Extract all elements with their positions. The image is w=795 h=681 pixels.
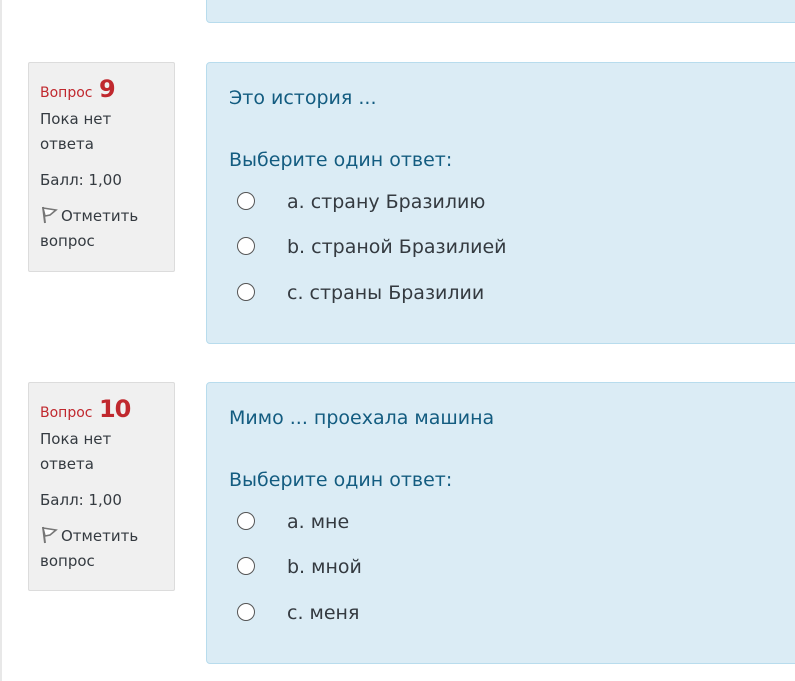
flag-question-link[interactable]: Отметить вопрос: [40, 204, 166, 254]
answer-label[interactable]: c. меня: [287, 601, 359, 625]
answer-radio[interactable]: [237, 603, 255, 621]
flag-icon: [41, 526, 58, 544]
answer-radio[interactable]: [237, 192, 255, 210]
question-grade: Балл: 1,00: [40, 171, 122, 189]
question-text: Это история ...: [229, 87, 377, 109]
question-number-value: 9: [98, 75, 116, 103]
question-content-9: Это история ... Выберите один ответ: a. …: [206, 62, 795, 344]
question-content-10: Мимо ... проехала машина Выберите один о…: [206, 382, 795, 664]
question-info-10: Вопрос 10 Пока нет ответа Балл: 1,00 Отм…: [28, 382, 175, 591]
question-state: Пока нет ответа: [40, 110, 112, 153]
answer-radio[interactable]: [237, 237, 255, 255]
flag-question-link[interactable]: Отметить вопрос: [40, 524, 166, 574]
question-number: Вопрос 9: [40, 75, 166, 103]
answer-label[interactable]: a. мне: [287, 510, 349, 534]
question-info-9: Вопрос 9 Пока нет ответа Балл: 1,00 Отме…: [28, 62, 175, 272]
question-label: Вопрос: [40, 405, 93, 421]
page-left-border: [0, 0, 2, 681]
answer-label[interactable]: b. страной Бразилией: [287, 235, 507, 259]
question-number-value: 10: [98, 395, 131, 423]
question-grade: Балл: 1,00: [40, 491, 122, 509]
question-state: Пока нет ответа: [40, 430, 112, 473]
question-text: Мимо ... проехала машина: [229, 407, 495, 429]
answer-label[interactable]: a. страну Бразилию: [287, 190, 485, 214]
answer-prompt: Выберите один ответ:: [229, 149, 453, 171]
answer-radio[interactable]: [237, 512, 255, 530]
answer-label[interactable]: c. страны Бразилии: [287, 281, 484, 305]
question-label: Вопрос: [40, 85, 93, 101]
answer-radio[interactable]: [237, 283, 255, 301]
question-number: Вопрос 10: [40, 395, 166, 423]
answer-label[interactable]: b. мной: [287, 555, 362, 579]
answer-radio[interactable]: [237, 557, 255, 575]
previous-question-content: [206, 0, 795, 23]
flag-icon: [41, 206, 58, 224]
answer-prompt: Выберите один ответ:: [229, 469, 453, 491]
